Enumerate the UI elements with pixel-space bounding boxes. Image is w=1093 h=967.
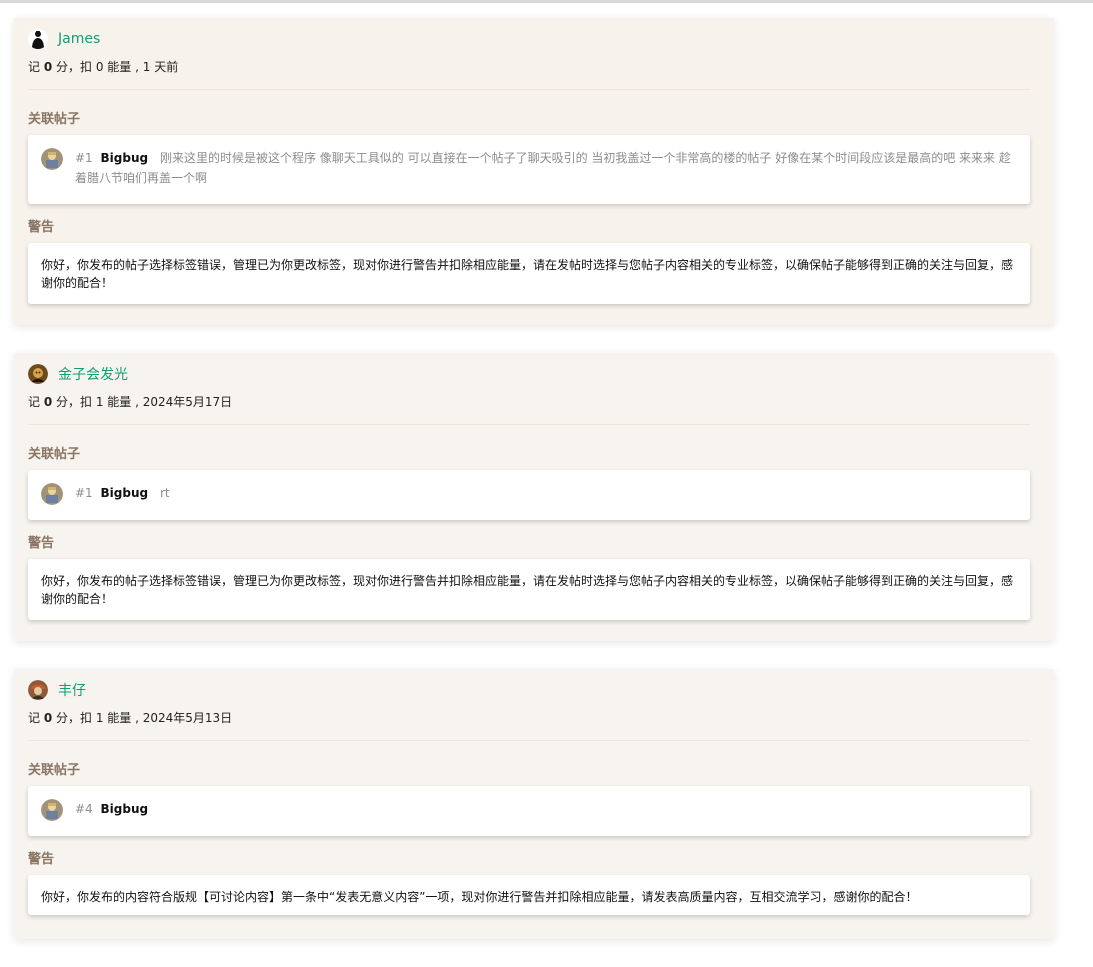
warning-title: 警告 xyxy=(28,220,55,235)
post-author[interactable]: Bigbug xyxy=(101,486,149,500)
meta-score: 0 xyxy=(43,711,53,725)
user-row: James xyxy=(28,28,1030,50)
warning-panel: 你好，你发布的内容符合版规【可讨论内容】第一条中“发表无意义内容”一项，现对你进… xyxy=(28,875,1030,915)
user-avatar-icon[interactable] xyxy=(28,364,48,384)
linked-post-panel[interactable]: #1 Bigbug rt xyxy=(28,470,1030,520)
linked-post-panel[interactable]: #1 Bigbug 刚来这里的时候是被这个程序 像聊天工具似的 可以直接在一个帖… xyxy=(28,135,1030,204)
meta-details: 分，扣 1 能量 , 2024年5月17日 xyxy=(56,395,233,409)
linked-post-row: #1 Bigbug 刚来这里的时候是被这个程序 像聊天工具似的 可以直接在一个帖… xyxy=(41,148,1016,188)
divider xyxy=(28,424,1030,425)
user-row: 金子会发光 xyxy=(28,363,1030,385)
username-link[interactable]: James xyxy=(58,31,100,47)
meta-score: 0 xyxy=(43,60,53,74)
linked-post-panel[interactable]: #4 Bigbug xyxy=(28,786,1030,836)
top-scroll-shadow xyxy=(0,0,1093,3)
score-meta: 记 0 分，扣 1 能量 , 2024年5月13日 xyxy=(28,709,1030,726)
warning-message: 你好，你发布的内容符合版规【可讨论内容】第一条中“发表无意义内容”一项，现对你进… xyxy=(41,890,918,904)
meta-prefix: 记 xyxy=(28,395,41,409)
bigbug-avatar-icon[interactable] xyxy=(41,799,63,821)
bigbug-avatar-icon[interactable] xyxy=(41,483,63,505)
divider xyxy=(28,89,1030,90)
post-number[interactable]: #1 xyxy=(75,151,93,165)
warning-message: 你好，你发布的帖子选择标签错误，管理已为你更改标签，现对你进行警告并扣除相应能量… xyxy=(41,258,1014,290)
meta-prefix: 记 xyxy=(28,60,41,74)
post-excerpt[interactable]: 刚来这里的时候是被这个程序 像聊天工具似的 可以直接在一个帖子了聊天吸引的 当初… xyxy=(75,151,1011,185)
username-link[interactable]: 丰仔 xyxy=(58,680,86,700)
warning-title: 警告 xyxy=(28,852,55,867)
post-author[interactable]: Bigbug xyxy=(101,802,149,816)
user-avatar-icon[interactable] xyxy=(28,680,48,700)
score-meta: 记 0 分，扣 0 能量 , 1 天前 xyxy=(28,58,1030,75)
linked-post-title: 关联帖子 xyxy=(28,447,81,462)
meta-details: 分，扣 0 能量 , 1 天前 xyxy=(56,60,179,74)
linked-post-row: #4 Bigbug xyxy=(41,799,1016,821)
username-link[interactable]: 金子会发光 xyxy=(58,364,128,384)
warning-card: 金子会发光 记 0 分，扣 1 能量 , 2024年5月17日 关联帖子 #1 … xyxy=(14,353,1054,641)
post-number[interactable]: #4 xyxy=(75,802,93,816)
post-excerpt[interactable]: rt xyxy=(160,486,170,500)
warning-title: 警告 xyxy=(28,536,55,551)
meta-prefix: 记 xyxy=(28,711,41,725)
meta-details: 分，扣 1 能量 , 2024年5月13日 xyxy=(56,711,233,725)
bigbug-avatar-icon[interactable] xyxy=(41,148,63,170)
user-row: 丰仔 xyxy=(28,679,1030,701)
warning-panel: 你好，你发布的帖子选择标签错误，管理已为你更改标签，现对你进行警告并扣除相应能量… xyxy=(28,243,1030,304)
warning-message: 你好，你发布的帖子选择标签错误，管理已为你更改标签，现对你进行警告并扣除相应能量… xyxy=(41,574,1014,606)
score-meta: 记 0 分，扣 1 能量 , 2024年5月17日 xyxy=(28,393,1030,410)
warning-feed: James 记 0 分，扣 0 能量 , 1 天前 关联帖子 #1 Bigbug… xyxy=(14,18,1054,967)
warning-panel: 你好，你发布的帖子选择标签错误，管理已为你更改标签，现对你进行警告并扣除相应能量… xyxy=(28,559,1030,620)
linked-post-title: 关联帖子 xyxy=(28,112,81,127)
linked-post-content: #4 Bigbug xyxy=(75,799,156,819)
meta-score: 0 xyxy=(43,395,53,409)
post-number[interactable]: #1 xyxy=(75,486,93,500)
warning-card: James 记 0 分，扣 0 能量 , 1 天前 关联帖子 #1 Bigbug… xyxy=(14,18,1054,325)
warning-card: 丰仔 记 0 分，扣 1 能量 , 2024年5月13日 关联帖子 #4 Big… xyxy=(14,669,1054,939)
linked-post-content: #1 Bigbug rt xyxy=(75,483,170,503)
user-avatar-silhouette-icon[interactable] xyxy=(28,29,48,49)
divider xyxy=(28,740,1030,741)
post-author[interactable]: Bigbug xyxy=(101,151,149,165)
linked-post-title: 关联帖子 xyxy=(28,763,81,778)
linked-post-content: #1 Bigbug 刚来这里的时候是被这个程序 像聊天工具似的 可以直接在一个帖… xyxy=(75,148,1016,188)
linked-post-row: #1 Bigbug rt xyxy=(41,483,1016,505)
